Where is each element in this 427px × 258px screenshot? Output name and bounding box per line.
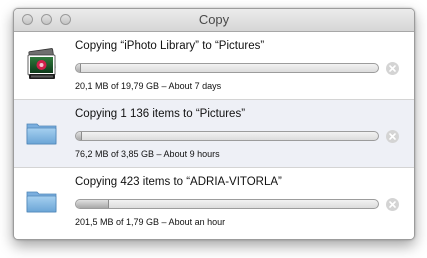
progress-fill <box>76 200 110 208</box>
copy-progress-bar <box>75 63 379 73</box>
copy-item-title: Copying 423 items to “ADRIA-VITORLA” <box>75 176 282 188</box>
copy-window: Copy Copying “iPhoto Library” to “Pictur… <box>13 8 415 240</box>
progress-fill <box>76 132 83 140</box>
stop-icon <box>389 133 396 140</box>
copy-item: Copying 1 136 items to “Pictures” 76,2 M… <box>14 100 414 168</box>
copy-progress-bar <box>75 131 379 141</box>
stop-copy-button[interactable] <box>386 198 399 211</box>
copy-item-status: 76,2 MB of 3,85 GB – About 9 hours <box>75 149 220 159</box>
folder-icon <box>25 184 59 218</box>
folder-icon <box>25 116 59 150</box>
copy-item: Copying “iPhoto Library” to “Pictures” 2… <box>14 32 414 100</box>
progress-fill <box>76 64 81 72</box>
iphoto-library-icon <box>25 48 59 82</box>
copy-item: Copying 423 items to “ADRIA-VITORLA” 201… <box>14 168 414 239</box>
stop-icon <box>389 65 396 72</box>
copy-progress-bar <box>75 199 379 209</box>
stop-icon <box>389 201 396 208</box>
window-title: Copy <box>198 12 230 27</box>
copy-item-status: 201,5 MB of 1,79 GB – About an hour <box>75 217 226 227</box>
stop-copy-button[interactable] <box>386 62 399 75</box>
copy-item-title: Copying 1 136 items to “Pictures” <box>75 108 246 120</box>
copy-item-status: 20,1 MB of 19,79 GB – About 7 days <box>75 81 222 91</box>
stop-copy-button[interactable] <box>386 130 399 143</box>
copy-item-title: Copying “iPhoto Library” to “Pictures” <box>75 40 265 52</box>
title-bar[interactable]: Copy <box>14 9 414 32</box>
